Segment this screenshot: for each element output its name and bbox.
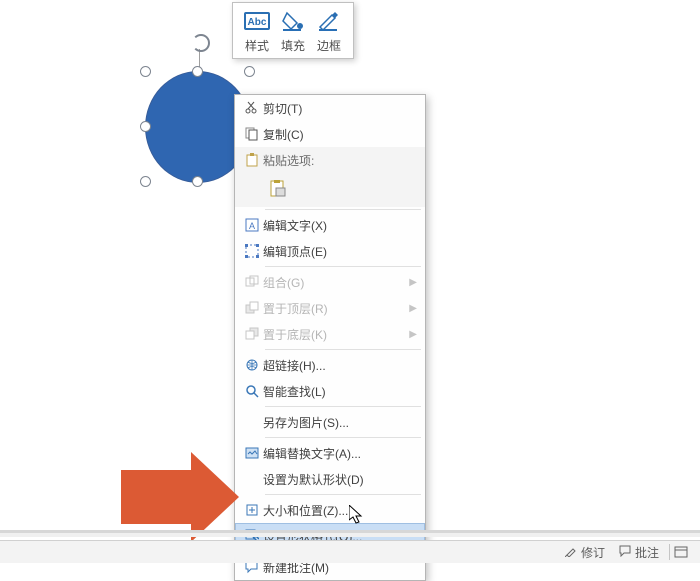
menu-copy-label: 复制(C) [263,126,417,143]
menu-set-default-shape[interactable]: 设置为默认形状(D) [235,466,425,492]
view-mode-icon [674,546,688,558]
menu-set-default-shape-label: 设置为默认形状(D) [263,471,417,488]
cut-icon [241,101,263,115]
view-mode-button[interactable] [669,544,692,560]
resize-handle-ne[interactable] [244,66,255,77]
fill-label: 填充 [275,37,311,54]
menu-hyperlink-label: 超链接(H)... [263,357,417,374]
revisions-icon [565,545,577,560]
mini-toolbar-style[interactable]: Abc 样式 [239,7,275,54]
bring-to-front-icon [241,301,263,315]
status-comments[interactable]: 批注 [619,544,659,561]
paste-option-picture[interactable] [265,175,293,203]
menu-copy[interactable]: 复制(C) [235,121,425,147]
resize-handle-sw[interactable] [140,176,151,187]
resize-handle-s[interactable] [192,176,203,187]
outline-label: 边框 [311,37,347,54]
edit-text-icon: A [241,218,263,232]
fill-icon [279,7,307,35]
menu-smart-lookup-label: 智能查找(L) [263,383,417,400]
resize-handle-n[interactable] [192,66,203,77]
page-boundary-line [0,530,700,537]
menu-separator [265,437,421,438]
status-revisions[interactable]: 修订 [565,544,605,561]
menu-group-label: 组合(G) [263,274,409,291]
context-menu: 剪切(T) 复制(C) 粘贴选项: A 编辑文字(X) 编辑顶点(E) 组 [234,94,426,581]
menu-bring-to-front-label: 置于顶层(R) [263,300,409,317]
status-comments-label: 批注 [635,544,659,561]
style-icon: Abc [243,7,271,35]
outline-icon [315,7,343,35]
paste-icon [241,153,263,167]
mini-toolbar: Abc 样式 填充 边框 [232,2,354,59]
submenu-arrow-icon: ▶ [409,277,417,288]
mini-toolbar-outline[interactable]: 边框 [311,7,347,54]
style-label: 样式 [239,37,275,54]
edit-points-icon [241,244,263,258]
menu-bring-to-front: 置于顶层(R) ▶ [235,295,425,321]
group-icon [241,275,263,289]
resize-handle-nw[interactable] [140,66,151,77]
status-revisions-label: 修订 [581,544,605,561]
submenu-arrow-icon: ▶ [409,329,417,340]
menu-separator [265,494,421,495]
paste-options-row [235,173,425,207]
menu-separator [265,349,421,350]
menu-separator [265,406,421,407]
menu-edit-text-label: 编辑文字(X) [263,217,417,234]
mini-toolbar-fill[interactable]: 填充 [275,7,311,54]
menu-save-as-picture[interactable]: 另存为图片(S)... [235,409,425,435]
submenu-arrow-icon: ▶ [409,303,417,314]
send-to-back-icon [241,327,263,341]
menu-size-position-label: 大小和位置(Z)... [263,502,417,519]
menu-edit-text[interactable]: A 编辑文字(X) [235,212,425,238]
rotation-handle[interactable] [192,34,210,52]
svg-text:Abc: Abc [248,17,267,28]
menu-paste-options-label: 粘贴选项: [263,152,417,169]
menu-edit-alt-text[interactable]: 编辑替换文字(A)... [235,440,425,466]
menu-separator [265,209,421,210]
size-position-icon [241,503,263,517]
menu-separator [265,266,421,267]
menu-edit-alt-text-label: 编辑替换文字(A)... [263,445,417,462]
menu-save-as-picture-label: 另存为图片(S)... [263,414,417,431]
smart-lookup-icon [241,384,263,398]
menu-send-to-back: 置于底层(K) ▶ [235,321,425,347]
menu-edit-points-label: 编辑顶点(E) [263,243,417,260]
menu-hyperlink[interactable]: 超链接(H)... [235,352,425,378]
menu-send-to-back-label: 置于底层(K) [263,326,409,343]
menu-paste-options-header: 粘贴选项: [235,147,425,173]
copy-icon [241,127,263,141]
menu-group: 组合(G) ▶ [235,269,425,295]
svg-text:A: A [249,221,255,231]
status-bar: 修订 批注 [0,540,700,563]
menu-cut[interactable]: 剪切(T) [235,95,425,121]
hyperlink-icon [241,358,263,372]
resize-handle-w[interactable] [140,121,151,132]
alt-text-icon [241,446,263,460]
menu-edit-points[interactable]: 编辑顶点(E) [235,238,425,264]
menu-smart-lookup[interactable]: 智能查找(L) [235,378,425,404]
menu-size-position[interactable]: 大小和位置(Z)... [235,497,425,523]
menu-cut-label: 剪切(T) [263,100,417,117]
comments-icon [619,545,631,560]
